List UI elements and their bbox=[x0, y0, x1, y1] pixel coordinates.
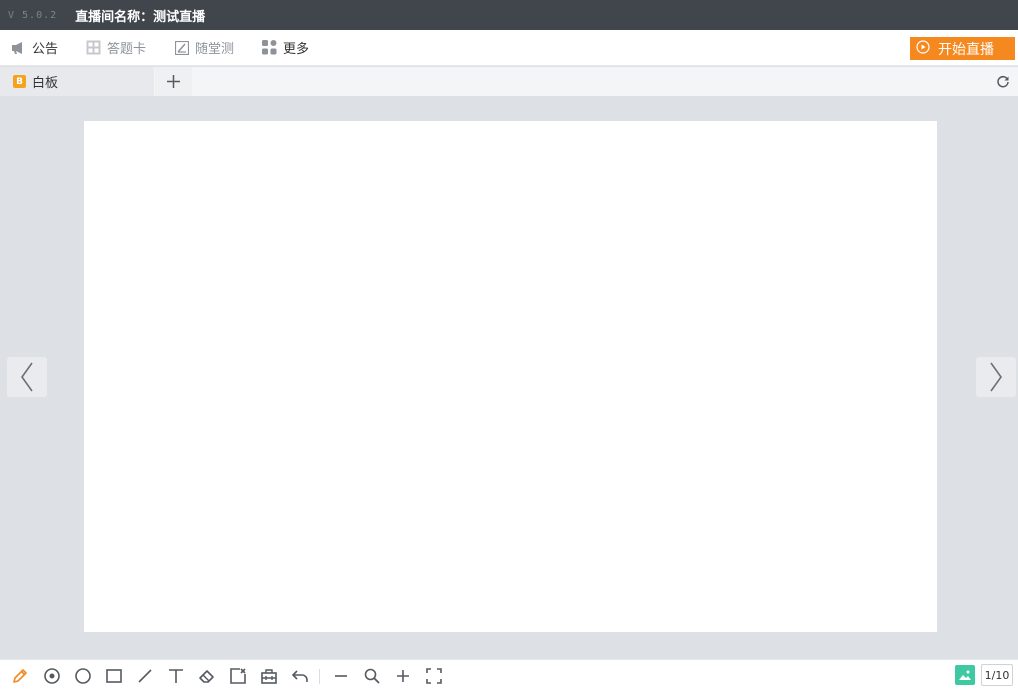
tab-bar: B 白板 bbox=[0, 67, 1018, 96]
rectangle-icon bbox=[106, 669, 122, 683]
undo-button[interactable] bbox=[290, 666, 310, 686]
zoom-icon bbox=[364, 668, 380, 684]
chevron-left-icon bbox=[21, 362, 33, 392]
whiteboard-stage bbox=[0, 96, 1018, 659]
circle-button[interactable] bbox=[73, 666, 93, 686]
fullscreen-button[interactable] bbox=[424, 666, 444, 686]
laser-pointer-icon bbox=[44, 668, 60, 684]
image-icon bbox=[959, 670, 971, 680]
text-button[interactable] bbox=[166, 666, 186, 686]
toolbox-button[interactable] bbox=[259, 666, 279, 686]
refresh-icon bbox=[997, 75, 1009, 88]
add-tab-button[interactable] bbox=[155, 67, 192, 96]
zoom-out-button[interactable] bbox=[331, 666, 351, 686]
grid-icon bbox=[262, 40, 277, 55]
quiz-label: 随堂测 bbox=[195, 42, 235, 57]
version-label: V 5.0.2 bbox=[8, 9, 58, 21]
answer-card-button[interactable]: 答题卡 bbox=[86, 30, 146, 66]
next-page-button[interactable] bbox=[976, 357, 1016, 397]
text-icon bbox=[169, 669, 183, 683]
room-name: 直播间名称：测试直播 bbox=[75, 9, 206, 25]
answer-card-icon bbox=[86, 40, 101, 55]
refresh-button[interactable] bbox=[996, 74, 1010, 88]
zoom-button[interactable] bbox=[362, 666, 382, 686]
chevron-right-icon bbox=[990, 362, 1002, 392]
tab-whiteboard-label: 白板 bbox=[32, 76, 59, 91]
zoom-in-icon bbox=[397, 670, 409, 682]
rectangle-button[interactable] bbox=[104, 666, 124, 686]
eraser-button[interactable] bbox=[197, 666, 217, 686]
clear-icon bbox=[230, 668, 246, 684]
start-live-label: 开始直播 bbox=[938, 41, 994, 58]
plus-icon bbox=[167, 75, 180, 88]
more-label: 更多 bbox=[283, 42, 310, 57]
answer-card-label: 答题卡 bbox=[107, 42, 147, 57]
top-toolbar: 公告 答题卡 随堂测 更多 开始直播 bbox=[0, 30, 1018, 66]
quiz-icon bbox=[174, 40, 189, 55]
prev-page-button[interactable] bbox=[7, 357, 47, 397]
line-icon bbox=[138, 669, 152, 683]
clear-button[interactable] bbox=[228, 666, 248, 686]
line-button[interactable] bbox=[135, 666, 155, 686]
play-circle-icon bbox=[916, 39, 930, 58]
toolbar-divider bbox=[319, 669, 320, 684]
undo-icon bbox=[291, 670, 308, 682]
toolbox-icon bbox=[261, 669, 277, 684]
slides-button[interactable] bbox=[955, 665, 975, 685]
start-live-button[interactable]: 开始直播 bbox=[910, 37, 1015, 60]
announcement-button[interactable]: 公告 bbox=[11, 30, 58, 66]
quiz-button[interactable]: 随堂测 bbox=[174, 30, 234, 66]
laser-pointer-button[interactable] bbox=[42, 666, 62, 686]
title-bar: V 5.0.2 直播间名称：测试直播 bbox=[0, 0, 1018, 30]
drawing-toolbar: 1/10 bbox=[0, 659, 1018, 693]
eraser-icon bbox=[199, 670, 214, 683]
circle-icon bbox=[75, 668, 91, 684]
zoom-out-icon bbox=[335, 675, 347, 677]
more-button[interactable]: 更多 bbox=[262, 30, 309, 66]
zoom-in-button[interactable] bbox=[393, 666, 413, 686]
megaphone-icon bbox=[11, 40, 26, 55]
tab-whiteboard[interactable]: B 白板 bbox=[0, 67, 154, 96]
fullscreen-icon bbox=[426, 668, 442, 684]
page-indicator: 1/10 bbox=[981, 664, 1013, 686]
whiteboard-badge: B bbox=[13, 75, 26, 88]
whiteboard-canvas[interactable] bbox=[84, 121, 937, 632]
announcement-label: 公告 bbox=[32, 42, 59, 57]
pencil-button[interactable] bbox=[10, 666, 30, 686]
pencil-icon bbox=[13, 669, 27, 683]
